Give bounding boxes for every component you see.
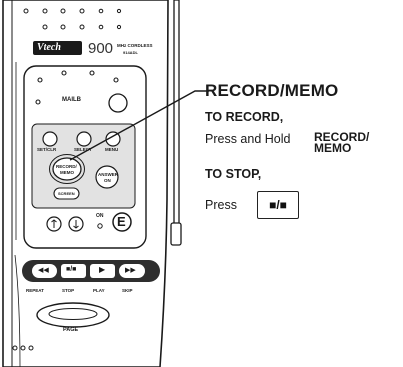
stop-key-illustration: ■/■ [257, 191, 299, 219]
record-memo-button [52, 157, 82, 181]
skip-glyph: ▶▶ [125, 267, 136, 274]
stop-label: STOP [62, 288, 75, 293]
answer-on-button [95, 165, 119, 189]
answer-label-1: ANSWER [98, 172, 118, 177]
setclr-button [42, 131, 58, 147]
menu-label: MENU [105, 147, 119, 152]
model-code: 914ADL [123, 50, 138, 55]
brand-logo-text: Vtech [37, 42, 61, 53]
repeat-label: REPEAT [26, 288, 44, 293]
rewind-glyph: ◀◀ [38, 267, 49, 274]
model-number: 900 [88, 40, 114, 57]
play-label: PLAY [93, 288, 105, 293]
antenna [173, 0, 180, 229]
skip-label: SKIP [122, 288, 133, 293]
to-record-heading: TO RECORD, [205, 110, 284, 124]
select-button [76, 131, 92, 147]
band-label: MHz CORDLESS [117, 43, 153, 48]
page-label: PAGE [63, 327, 79, 333]
on-label: ON [96, 213, 104, 219]
e-label: E [117, 214, 126, 229]
record-memo-label-1: RECORD/ [56, 164, 77, 169]
record-memo-name-2: MEMO [314, 141, 352, 155]
mailbox-label: MAILB [62, 97, 81, 103]
instruction-title: RECORD/MEMO [205, 81, 339, 100]
mailbox-button [108, 93, 128, 113]
antenna-tip [170, 222, 182, 246]
page-button-inner [48, 308, 98, 320]
phone-illustration [2, 0, 209, 367]
select-label: SELECT [74, 147, 92, 152]
answer-label-2: ON [104, 178, 111, 183]
stop-glyph: ■/■ [66, 266, 77, 273]
play-glyph: ▶ [99, 265, 106, 274]
press-text: Press [205, 198, 237, 212]
to-stop-heading: TO STOP, [205, 167, 262, 181]
screen-label: SCREEN [58, 191, 75, 196]
setclr-label: SET/CLR [37, 147, 57, 152]
record-memo-label-2: MEMO [60, 170, 74, 175]
press-and-hold-text: Press and Hold [205, 132, 291, 146]
